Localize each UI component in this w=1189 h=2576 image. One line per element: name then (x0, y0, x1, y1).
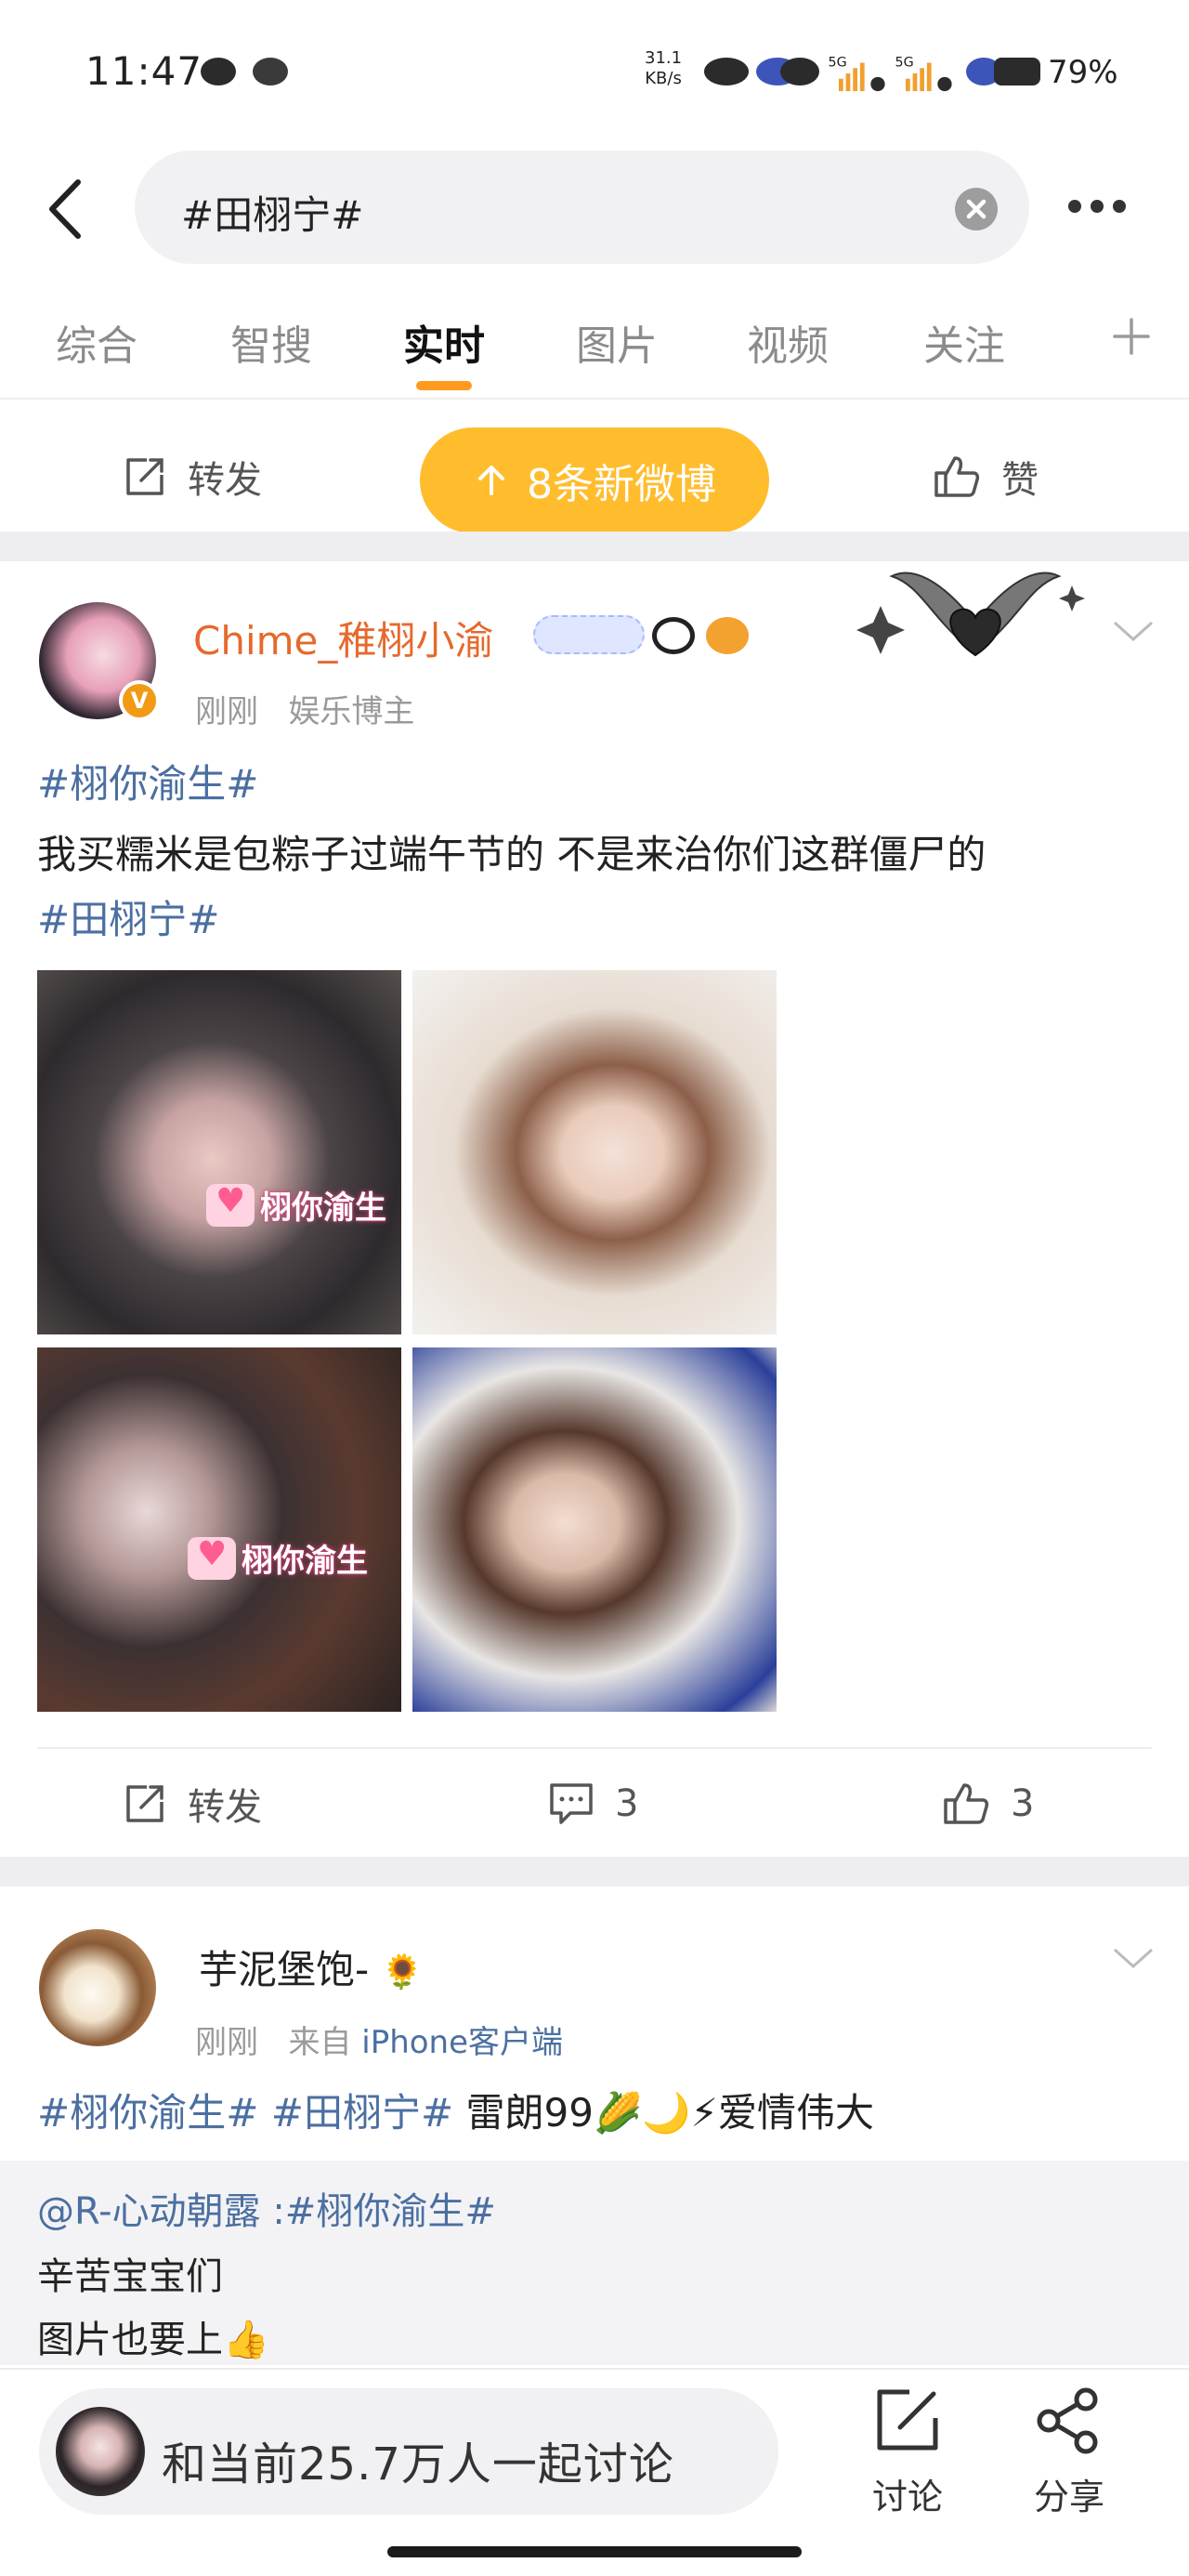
user-badges (533, 613, 756, 660)
post-image[interactable]: 栩你渝生 (37, 1347, 401, 1712)
search-input[interactable]: #田栩宁# (135, 151, 1029, 264)
quote-text: 图片也要上👍 (37, 2319, 269, 2361)
sunflower-emoji: 🌻 (381, 1953, 424, 1991)
quote-header: @R-心动朝露 :#栩你渝生# (37, 2181, 496, 2235)
post-meta: 刚刚 娱乐博主 (195, 693, 415, 730)
search-tabs: 综合 智搜 实时 图片 视频 关注 (0, 303, 1189, 396)
search-query: #田栩宁# (181, 192, 364, 238)
post-text: 我买糯米是包粽子过端午节的 不是来治你们这群僵尸的 (37, 832, 986, 877)
quote-user[interactable]: @R-心动朝露 (37, 2190, 261, 2233)
tab-comprehensive[interactable]: 综合 (56, 312, 137, 372)
tab-videos[interactable]: 视频 (747, 312, 829, 372)
thumbs-up-icon (934, 456, 980, 497)
post-username[interactable]: 芋泥堡饱- 🌻 (199, 1939, 423, 1995)
add-tab-icon[interactable] (1111, 316, 1152, 357)
discuss-button[interactable]: 讨论 (856, 2386, 959, 2519)
feed-separator (0, 1857, 1189, 1886)
battery-icon (994, 58, 1040, 85)
fish-icon (706, 617, 749, 654)
post-image[interactable] (412, 970, 777, 1334)
clear-search-icon[interactable] (955, 188, 998, 230)
post-source[interactable]: iPhone客户端 (361, 2024, 563, 2061)
net-speed: 31.1 KB/s (645, 48, 683, 88)
discuss-prompt: 和当前25.7万人一起讨论 (162, 2438, 674, 2491)
avatar (56, 2407, 145, 2496)
avatar[interactable] (39, 1929, 156, 2046)
quoted-post[interactable]: @R-心动朝露 :#栩你渝生# 辛苦宝宝们 图片也要上👍 (0, 2161, 1189, 2365)
svg-text:5G: 5G (829, 55, 847, 70)
comment-icon (550, 1783, 593, 1824)
decorative-heart-wings-icon (856, 572, 1085, 657)
post-text: #栩你渝生# #田栩宁# 雷朗99🌽🌙⚡爱情伟大 (37, 2090, 875, 2136)
post-menu-chevron-icon[interactable] (1111, 1944, 1156, 1972)
arrow-up-icon (478, 466, 504, 495)
status-time: 11:47 (85, 48, 203, 94)
post-meta: 刚刚 来自 iPhone客户端 (195, 2024, 564, 2061)
svg-text:5G: 5G (895, 55, 914, 70)
active-tab-indicator (416, 381, 472, 390)
like-button[interactable]: 赞 (933, 426, 1039, 528)
discuss-input[interactable]: 和当前25.7万人一起讨论 (39, 2388, 778, 2515)
battery-percent: 79% (1048, 54, 1118, 91)
post-topic[interactable]: #栩你渝生# (37, 753, 258, 809)
heart-icon (188, 1535, 236, 1580)
post-divider (37, 1747, 1152, 1749)
signal-icon: 5G (829, 55, 885, 92)
post-username[interactable]: Chime_稚栩小渝 (193, 610, 493, 666)
more-options-icon[interactable] (1068, 199, 1143, 214)
thumbs-up-icon (944, 1783, 989, 1824)
image-watermark: 栩你渝生 (206, 1182, 386, 1228)
quote-text: 辛苦宝宝们 (37, 2255, 223, 2298)
home-indicator[interactable] (387, 2546, 802, 2557)
status-bar: 11:47 31.1 KB/s 5G 5G 79% (0, 0, 1189, 149)
post-image[interactable]: 栩你渝生 (37, 970, 401, 1334)
panda-icon (652, 617, 695, 654)
post-menu-chevron-icon[interactable] (1111, 617, 1156, 645)
post-hashtag[interactable]: #田栩宁# (37, 888, 219, 945)
comment-button[interactable]: 3 (548, 1753, 638, 1855)
repost-button[interactable]: 转发 (123, 426, 262, 528)
post-image[interactable] (412, 1347, 777, 1712)
new-posts-button[interactable]: 8条新微博 (420, 427, 769, 533)
compose-icon (877, 2389, 938, 2451)
repost-icon (126, 458, 163, 495)
post-actions: 转发 3 3 (0, 1753, 1189, 1855)
image-watermark: 栩你渝生 (188, 1535, 368, 1581)
quote-topic[interactable]: :#栩你渝生# (272, 2190, 496, 2233)
member-badge-icon (533, 615, 645, 654)
heart-icon (206, 1182, 255, 1227)
share-button[interactable]: 分享 (1018, 2386, 1120, 2519)
repost-button[interactable]: 转发 (123, 1753, 262, 1855)
notification-icon (201, 58, 236, 85)
app-status-icon (780, 58, 819, 85)
notification-icon (253, 58, 288, 85)
tabs-divider (0, 398, 1189, 400)
back-chevron-icon[interactable] (43, 177, 89, 242)
tab-following[interactable]: 关注 (923, 312, 1005, 372)
share-icon (1037, 2387, 1098, 2454)
tab-realtime[interactable]: 实时 (403, 312, 485, 372)
tab-smart-search[interactable]: 智搜 (230, 312, 312, 372)
tab-images[interactable]: 图片 (576, 312, 658, 372)
signal-icon: 5G (895, 55, 952, 92)
like-button[interactable]: 3 (942, 1753, 1034, 1855)
app-status-icon (704, 58, 749, 85)
bottom-bar: 和当前25.7万人一起讨论 讨论 分享 (0, 2368, 1189, 2576)
verified-badge-icon: V (119, 680, 160, 721)
repost-icon (126, 1785, 163, 1822)
